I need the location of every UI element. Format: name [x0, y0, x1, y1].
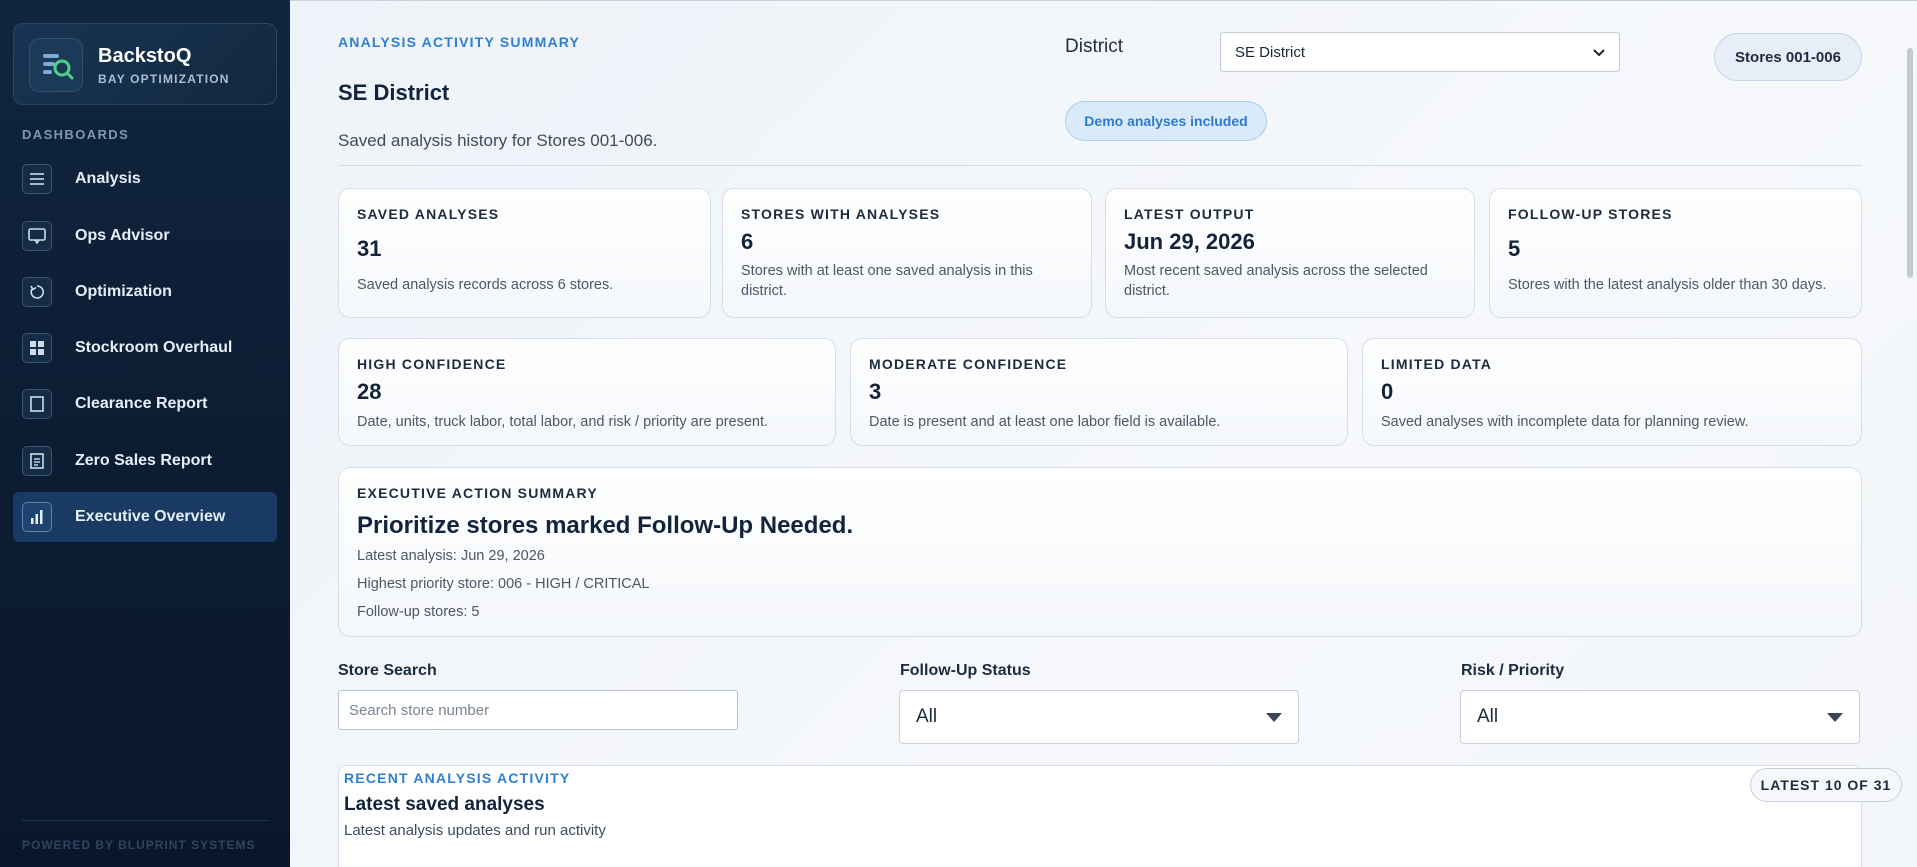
sidebar-item-zero-sales-report[interactable]: Zero Sales Report	[13, 436, 277, 486]
executive-summary-card: EXECUTIVE ACTION SUMMARY Prioritize stor…	[338, 467, 1862, 637]
confidence-card-label: HIGH CONFIDENCE	[357, 356, 507, 372]
confidence-card-limited: LIMITED DATA 0 Saved analyses with incom…	[1362, 338, 1862, 446]
executive-latest-analysis: Latest analysis: Jun 29, 2026	[357, 548, 545, 564]
sidebar-item-label: Analysis	[75, 170, 141, 187]
sidebar-item-label: Zero Sales Report	[75, 452, 212, 469]
confidence-card-desc: Date, units, truck labor, total labor, a…	[357, 414, 769, 430]
sidebar-item-executive-overview[interactable]: Executive Overview	[13, 492, 277, 542]
page-title: SE District	[338, 80, 450, 105]
stat-card-desc: Stores with at least one saved analysis …	[741, 263, 1033, 299]
stat-card-desc: Most recent saved analysis across the se…	[1124, 263, 1428, 299]
brand-subtitle: BAY OPTIMIZATION	[98, 72, 230, 86]
grid-icon	[22, 333, 52, 363]
confidence-card-moderate: MODERATE CONFIDENCE 3 Date is present an…	[850, 338, 1348, 446]
stat-card-value: Jun 29, 2026	[1124, 229, 1255, 254]
executive-highest-priority: Highest priority store: 006 - HIGH / CRI…	[357, 576, 650, 592]
confidence-card-value: 0	[1381, 379, 1394, 404]
district-select[interactable]: SE District	[1220, 32, 1620, 72]
risk-priority-label: Risk / Priority	[1461, 662, 1565, 679]
stat-card-label: STORES WITH ANALYSES	[741, 206, 941, 222]
monitor-chat-icon	[22, 221, 52, 251]
sidebar-item-analysis[interactable]: Analysis	[13, 154, 277, 204]
recent-activity-panel: RECENT ANALYSIS ACTIVITY Latest saved an…	[338, 765, 1902, 867]
caret-down-icon	[1827, 712, 1843, 722]
chevron-down-icon	[1593, 44, 1605, 61]
stat-card-latest-output: LATEST OUTPUT Jun 29, 2026 Most recent s…	[1105, 188, 1475, 318]
confidence-card-desc: Saved analyses with incomplete data for …	[1381, 414, 1749, 430]
confidence-card-label: LIMITED DATA	[1381, 356, 1493, 372]
sidebar: BackstoQ BAY OPTIMIZATION DASHBOARDS Ana…	[0, 0, 290, 867]
caret-down-icon	[1266, 712, 1282, 722]
latest-count-badge: LATEST 10 OF 31	[1750, 768, 1902, 802]
executive-follow-up-count: Follow-up stores: 5	[357, 604, 480, 620]
sidebar-item-label: Optimization	[75, 283, 172, 300]
district-label: District	[1065, 36, 1124, 57]
stat-card-saved-analyses: SAVED ANALYSES 31 Saved analysis records…	[338, 188, 711, 318]
sidebar-item-label: Clearance Report	[75, 395, 208, 412]
header-divider	[338, 165, 1862, 166]
confidence-card-value: 3	[869, 379, 882, 404]
confidence-card-value: 28	[357, 379, 382, 404]
risk-priority-value: All	[1477, 706, 1499, 727]
store-search-input[interactable]	[338, 690, 738, 730]
follow-up-status-value: All	[916, 706, 938, 727]
refresh-arrow-icon	[22, 277, 52, 307]
confidence-card-high: HIGH CONFIDENCE 28 Date, units, truck la…	[338, 338, 836, 446]
sidebar-item-clearance-report[interactable]: Clearance Report	[13, 379, 277, 429]
page-icon	[22, 389, 52, 419]
menu-lines-icon	[22, 164, 52, 194]
risk-priority-select[interactable]: All	[1460, 690, 1860, 744]
brand-title: BackstoQ	[98, 45, 192, 67]
main-content: ANALYSIS ACTIVITY SUMMARY SE District Sa…	[290, 0, 1917, 867]
document-lines-icon	[22, 446, 52, 476]
sidebar-item-label: Stockroom Overhaul	[75, 339, 233, 356]
stat-card-label: SAVED ANALYSES	[357, 206, 500, 222]
stat-card-desc: Saved analysis records across 6 stores.	[357, 277, 614, 293]
sidebar-section-label: DASHBOARDS	[22, 127, 130, 142]
header-eyebrow: ANALYSIS ACTIVITY SUMMARY	[338, 34, 581, 50]
stat-card-desc: Stores with the latest analysis older th…	[1508, 277, 1827, 293]
stat-card-value: 5	[1508, 236, 1521, 261]
recent-activity-title: Latest saved analyses	[344, 794, 545, 815]
stat-card-value: 6	[741, 229, 754, 254]
bar-chart-icon	[22, 502, 52, 532]
sidebar-item-stockroom-overhaul[interactable]: Stockroom Overhaul	[13, 323, 277, 373]
sidebar-item-ops-advisor[interactable]: Ops Advisor	[13, 211, 277, 261]
recent-activity-subtitle: Latest analysis updates and run activity	[344, 822, 606, 839]
sidebar-item-label: Executive Overview	[75, 508, 226, 525]
store-search-label: Store Search	[338, 662, 437, 679]
page-subtitle: Saved analysis history for Stores 001-00…	[338, 131, 658, 150]
brand-card[interactable]: BackstoQ BAY OPTIMIZATION	[13, 23, 277, 105]
executive-summary-label: EXECUTIVE ACTION SUMMARY	[357, 485, 598, 501]
recent-activity-eyebrow: RECENT ANALYSIS ACTIVITY	[344, 770, 571, 786]
top-border	[290, 0, 1917, 1]
stat-card-follow-up-stores: FOLLOW-UP STORES 5 Stores with the lates…	[1489, 188, 1862, 318]
follow-up-status-label: Follow-Up Status	[900, 662, 1031, 679]
brand-logo-icon	[29, 38, 83, 92]
stores-badge: Stores 001-006	[1714, 33, 1862, 81]
stat-card-stores-with-analyses: STORES WITH ANALYSES 6 Stores with at le…	[722, 188, 1092, 318]
confidence-card-label: MODERATE CONFIDENCE	[869, 356, 1068, 372]
follow-up-status-select[interactable]: All	[899, 690, 1299, 744]
page-scrollbar[interactable]	[1907, 48, 1913, 278]
stat-card-value: 31	[357, 236, 382, 261]
sidebar-item-optimization[interactable]: Optimization	[13, 267, 277, 317]
sidebar-divider	[22, 820, 268, 821]
district-select-value: SE District	[1235, 43, 1306, 61]
demo-badge: Demo analyses included	[1065, 101, 1267, 141]
executive-headline: Prioritize stores marked Follow-Up Neede…	[357, 512, 854, 539]
confidence-card-desc: Date is present and at least one labor f…	[869, 414, 1221, 430]
stat-card-label: LATEST OUTPUT	[1124, 206, 1255, 222]
sidebar-item-label: Ops Advisor	[75, 227, 170, 244]
stat-card-label: FOLLOW-UP STORES	[1508, 206, 1673, 222]
sidebar-footer: POWERED BY BLUPRINT SYSTEMS	[22, 838, 256, 852]
